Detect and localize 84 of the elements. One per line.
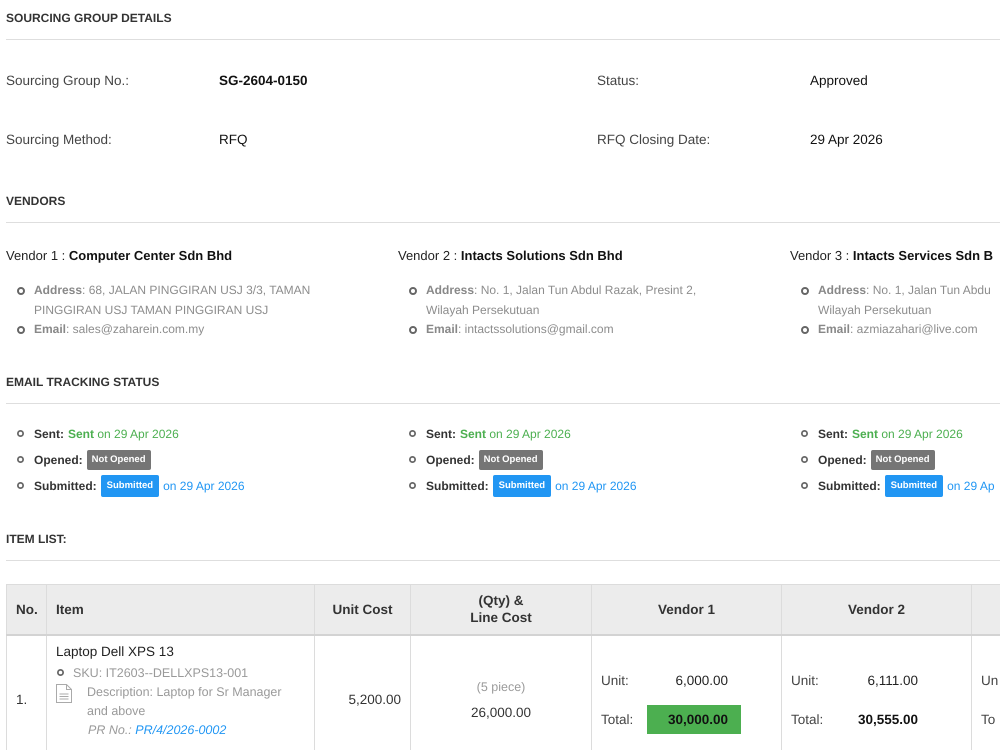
field-value: 29 Apr 2026 xyxy=(810,131,883,149)
total-label: Total: xyxy=(791,710,824,728)
status-badge: Not Opened xyxy=(870,450,935,470)
ring-icon xyxy=(17,430,24,437)
row-number-cell: 1. xyxy=(6,634,46,750)
total-value: 30,555.00 xyxy=(858,710,918,728)
field-label: Status: xyxy=(597,72,640,90)
field-value: Approved xyxy=(810,72,868,90)
unit-price-label: Unit: xyxy=(791,672,819,690)
column-header xyxy=(972,584,1000,634)
column-header: (Qty) & Line Cost xyxy=(410,584,592,634)
ring-icon xyxy=(409,326,417,334)
ring-icon xyxy=(57,668,64,676)
vendor-detail-text: Address: No. 1, Jalan Tun Abdu Wilayah Persekutuan xyxy=(818,282,991,318)
ring-icon xyxy=(801,482,808,489)
vendor-name-heading: Vendor 3 : Intacts Services Sdn B xyxy=(790,247,994,265)
field-label: Sourcing Method: xyxy=(6,131,112,149)
line-cost-text: 26,000.00 xyxy=(470,704,532,722)
tracking-label: Opened: xyxy=(34,452,83,468)
tracking-label: Sent: xyxy=(426,426,456,442)
tracking-label: Submitted: xyxy=(34,478,97,494)
unit-price-value: 6,000.00 xyxy=(675,672,728,690)
ring-icon xyxy=(17,287,25,295)
status-text: Sent on 29 Apr 2026 xyxy=(852,426,963,442)
status-badge: Submitted xyxy=(100,474,160,496)
date-text: on 29 Apr 2026 xyxy=(555,478,637,494)
ring-icon xyxy=(409,482,416,489)
status-badge: Submitted xyxy=(492,474,552,496)
unit-price-label: Unit: xyxy=(601,672,629,690)
status-badge: Submitted xyxy=(884,474,944,496)
vendor-detail-text: Email: azmiazahari@live.com xyxy=(818,321,978,338)
vendor-detail-text: Address: No. 1, Jalan Tun Abdul Razak, Presint 2, Wilayah Persekutuan xyxy=(426,282,696,318)
field-value: RFQ xyxy=(219,131,248,149)
status-badge: Not Opened xyxy=(86,450,151,470)
pr-link[interactable]: PR/4/2026-0002 xyxy=(135,722,226,736)
vendor-detail-text: Address: 68, JALAN PINGGIRAN USJ 3/3, TAMAN PINGGIRAN USJ TAMAN PINGGIRAN USJ xyxy=(34,282,310,318)
section-title: EMAIL TRACKING STATUS xyxy=(6,374,160,390)
ring-icon xyxy=(801,456,808,463)
ring-icon xyxy=(801,430,808,437)
field-label: RFQ Closing Date: xyxy=(597,131,710,149)
vendor-name-heading: Vendor 1 : Computer Center Sdn Bhd xyxy=(6,247,232,265)
tracking-label: Opened: xyxy=(818,452,867,468)
document-icon xyxy=(56,684,72,702)
total-label: To xyxy=(981,710,996,728)
tracking-label: Sent: xyxy=(34,426,64,442)
pr-label: PR No.: xyxy=(88,722,132,736)
column-header: Unit Cost xyxy=(314,584,410,634)
tracking-label: Sent: xyxy=(818,426,848,442)
field-value: SG-2604-0150 xyxy=(219,72,308,90)
ring-icon xyxy=(801,287,809,295)
column-header: Vendor 1 xyxy=(592,584,782,634)
unit-price-value: 6,111.00 xyxy=(867,672,918,690)
item-name-text: Laptop Dell XPS 13 xyxy=(56,642,174,661)
section-title: VENDORS xyxy=(6,193,66,209)
ring-icon xyxy=(801,326,809,334)
unit-price-label: Un xyxy=(981,672,998,690)
ring-icon xyxy=(409,430,416,437)
column-header: No. xyxy=(6,584,46,634)
tracking-label: Opened: xyxy=(426,452,475,468)
vendor-detail-text: Email: sales@zaharein.com.my xyxy=(34,321,204,338)
description-text: Description: Laptop for Sr Manager and above xyxy=(87,684,283,720)
vendor-detail-text: Email: intactssolutions@gmail.com xyxy=(426,321,614,338)
date-text: on 29 Ap xyxy=(947,478,995,494)
tracking-label: Submitted: xyxy=(426,478,489,494)
tracking-label: Submitted: xyxy=(818,478,881,494)
status-text: Sent on 29 Apr 2026 xyxy=(68,426,179,442)
vendor-name-heading: Vendor 2 : Intacts Solutions Sdn Bhd xyxy=(398,247,623,265)
field-label: Sourcing Group No.: xyxy=(6,72,130,90)
ring-icon xyxy=(17,482,24,489)
date-text: on 29 Apr 2026 xyxy=(163,478,245,494)
column-header: Vendor 2 xyxy=(782,584,972,634)
status-badge: Not Opened xyxy=(478,450,543,470)
section-title: ITEM LIST: xyxy=(6,530,67,546)
ring-icon xyxy=(409,456,416,463)
ring-icon xyxy=(17,326,25,334)
total-label: Total: xyxy=(601,710,634,728)
total-value: 30,000.00 xyxy=(647,705,741,734)
sku-text: SKU: IT2603--DELLXPS13-001 xyxy=(73,666,248,680)
ring-icon xyxy=(17,456,24,463)
quantity-text: (5 piece) xyxy=(476,679,526,696)
status-text: Sent on 29 Apr 2026 xyxy=(460,426,571,442)
column-header: Item xyxy=(46,584,314,634)
section-title: SOURCING GROUP DETAILS xyxy=(6,10,172,26)
ring-icon xyxy=(409,287,417,295)
